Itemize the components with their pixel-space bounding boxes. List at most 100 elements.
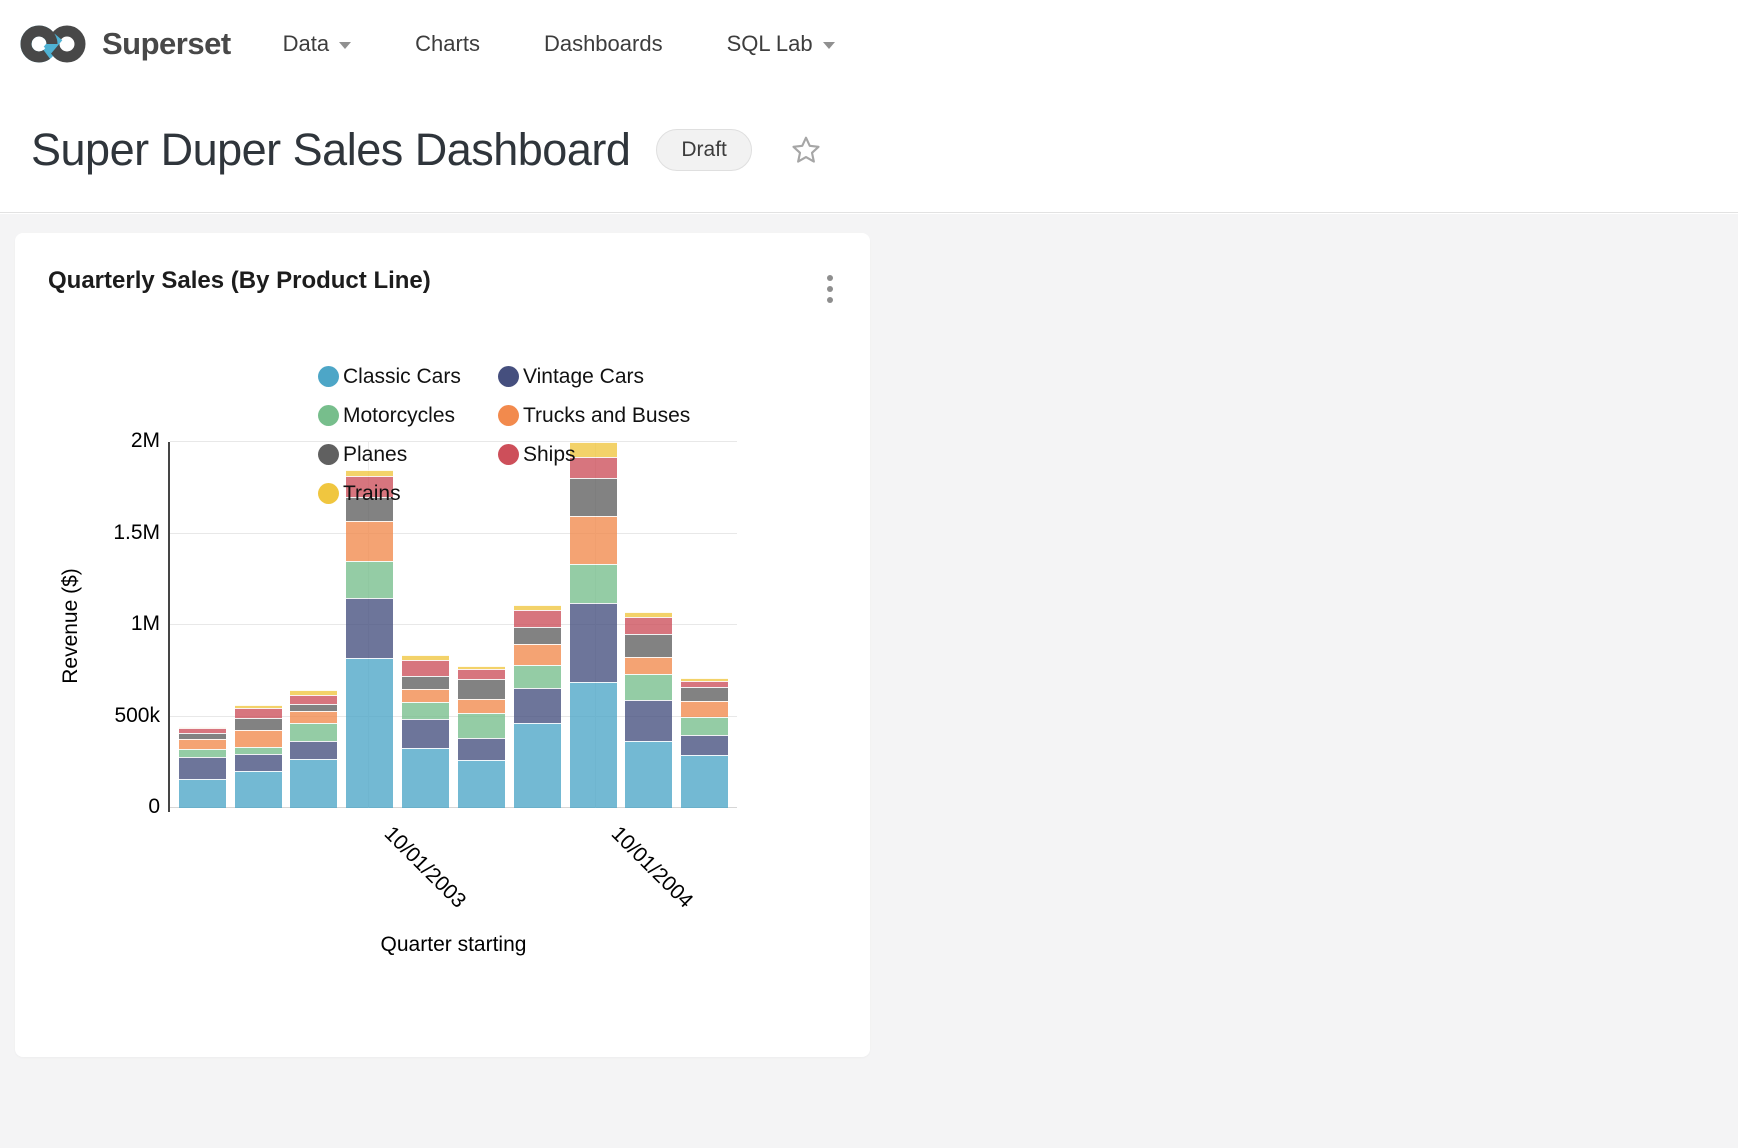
- nav-item-dashboards[interactable]: Dashboards: [544, 31, 663, 57]
- bar-segment[interactable]: [458, 666, 505, 669]
- bar-segment[interactable]: [290, 723, 337, 741]
- stacked-bar[interactable]: [290, 690, 337, 808]
- bar-segment[interactable]: [235, 718, 282, 729]
- stacked-bar[interactable]: [402, 655, 449, 808]
- legend-item[interactable]: Planes: [318, 435, 498, 474]
- bar-segment[interactable]: [458, 699, 505, 713]
- bar-segment[interactable]: [514, 627, 561, 645]
- bar-segment[interactable]: [402, 676, 449, 689]
- stacked-bar[interactable]: [235, 705, 282, 808]
- bar-segment[interactable]: [402, 748, 449, 808]
- bar-segment[interactable]: [290, 759, 337, 808]
- bar-segment[interactable]: [514, 644, 561, 664]
- bar-segment[interactable]: [570, 564, 617, 603]
- bar-segment[interactable]: [681, 717, 728, 735]
- bar-segment[interactable]: [179, 779, 226, 808]
- legend-label: Classic Cars: [343, 365, 461, 389]
- bar-segment[interactable]: [570, 516, 617, 564]
- bar-segment[interactable]: [458, 679, 505, 698]
- bar-segment[interactable]: [290, 690, 337, 694]
- bar-segment[interactable]: [290, 695, 337, 704]
- legend-item[interactable]: Ships: [498, 435, 690, 474]
- bar-segment[interactable]: [179, 727, 226, 729]
- bar-segment[interactable]: [402, 655, 449, 660]
- stacked-bar[interactable]: [681, 678, 728, 808]
- bar-segment[interactable]: [625, 634, 672, 657]
- stacked-bar[interactable]: [346, 470, 393, 808]
- bar-segment[interactable]: [681, 678, 728, 681]
- y-tick-label: 1.5M: [15, 521, 160, 545]
- bar-segment[interactable]: [235, 708, 282, 718]
- kebab-menu-icon[interactable]: [823, 271, 837, 307]
- bar-segment[interactable]: [625, 741, 672, 808]
- bar-segment[interactable]: [235, 771, 282, 808]
- bar-segment[interactable]: [458, 738, 505, 760]
- bar-segment[interactable]: [346, 598, 393, 658]
- legend-color-dot: [318, 405, 339, 426]
- legend-label: Vintage Cars: [523, 365, 644, 389]
- nav-item-charts[interactable]: Charts: [415, 31, 480, 57]
- bar-segment[interactable]: [179, 757, 226, 779]
- bar-segment[interactable]: [570, 603, 617, 682]
- bar-segment[interactable]: [402, 719, 449, 748]
- bar-segment[interactable]: [402, 689, 449, 702]
- x-axis-title: Quarter starting: [170, 933, 737, 957]
- legend-item[interactable]: Trucks and Buses: [498, 396, 690, 435]
- bar-segment[interactable]: [290, 711, 337, 723]
- bar-segment[interactable]: [514, 610, 561, 627]
- bar-segment[interactable]: [625, 657, 672, 674]
- stacked-bar[interactable]: [625, 612, 672, 808]
- bar-segment[interactable]: [179, 739, 226, 748]
- bar-segment[interactable]: [625, 674, 672, 700]
- legend-item[interactable]: Trains: [318, 474, 498, 513]
- bar-segment[interactable]: [346, 561, 393, 598]
- x-tick-label: 10/01/2003: [379, 822, 470, 913]
- bar-segment[interactable]: [458, 669, 505, 680]
- bar-segment[interactable]: [681, 701, 728, 717]
- legend-item[interactable]: Classic Cars: [318, 357, 498, 396]
- bar-segment[interactable]: [514, 665, 561, 689]
- bar-segment[interactable]: [290, 704, 337, 711]
- top-nav: Superset Data Charts Dashboards SQL Lab: [0, 0, 1738, 88]
- bar-segment[interactable]: [625, 617, 672, 635]
- bar-segment[interactable]: [235, 754, 282, 771]
- bar-segment[interactable]: [570, 682, 617, 808]
- superset-logo-icon[interactable]: [18, 20, 92, 68]
- bar-segment[interactable]: [681, 735, 728, 755]
- bar-segment[interactable]: [235, 705, 282, 709]
- stacked-bar[interactable]: [458, 666, 505, 808]
- bar-segment[interactable]: [179, 733, 226, 739]
- stacked-bar[interactable]: [179, 727, 226, 808]
- brand-name[interactable]: Superset: [102, 26, 231, 62]
- bar-segment[interactable]: [514, 605, 561, 609]
- bar-segment[interactable]: [179, 749, 226, 757]
- favorite-star-icon[interactable]: [790, 134, 822, 166]
- status-badge: Draft: [656, 129, 752, 171]
- bar-segment[interactable]: [235, 747, 282, 755]
- stacked-bar[interactable]: [514, 605, 561, 808]
- bar-segment[interactable]: [681, 687, 728, 701]
- bar-segment[interactable]: [458, 760, 505, 808]
- nav-item-data[interactable]: Data: [283, 31, 351, 57]
- bar-segment[interactable]: [402, 702, 449, 719]
- bar-segment[interactable]: [458, 713, 505, 739]
- bar-segment[interactable]: [681, 755, 728, 808]
- bar-segment[interactable]: [514, 723, 561, 808]
- legend-color-dot: [318, 444, 339, 465]
- bar-segment[interactable]: [346, 658, 393, 808]
- bar-segment[interactable]: [179, 728, 226, 733]
- legend-item[interactable]: Vintage Cars: [498, 357, 690, 396]
- chart-title: Quarterly Sales (By Product Line): [48, 267, 431, 295]
- dashboard-header: Super Duper Sales Dashboard Draft: [0, 88, 1738, 213]
- legend-item[interactable]: Motorcycles: [318, 396, 498, 435]
- chevron-down-icon: [823, 42, 835, 49]
- bar-segment[interactable]: [235, 730, 282, 747]
- bar-segment[interactable]: [681, 681, 728, 687]
- bar-segment[interactable]: [346, 521, 393, 561]
- bar-segment[interactable]: [625, 700, 672, 741]
- bar-segment[interactable]: [625, 612, 672, 617]
- bar-segment[interactable]: [514, 688, 561, 723]
- bar-segment[interactable]: [402, 660, 449, 675]
- nav-item-sql-lab[interactable]: SQL Lab: [727, 31, 835, 57]
- bar-segment[interactable]: [290, 741, 337, 759]
